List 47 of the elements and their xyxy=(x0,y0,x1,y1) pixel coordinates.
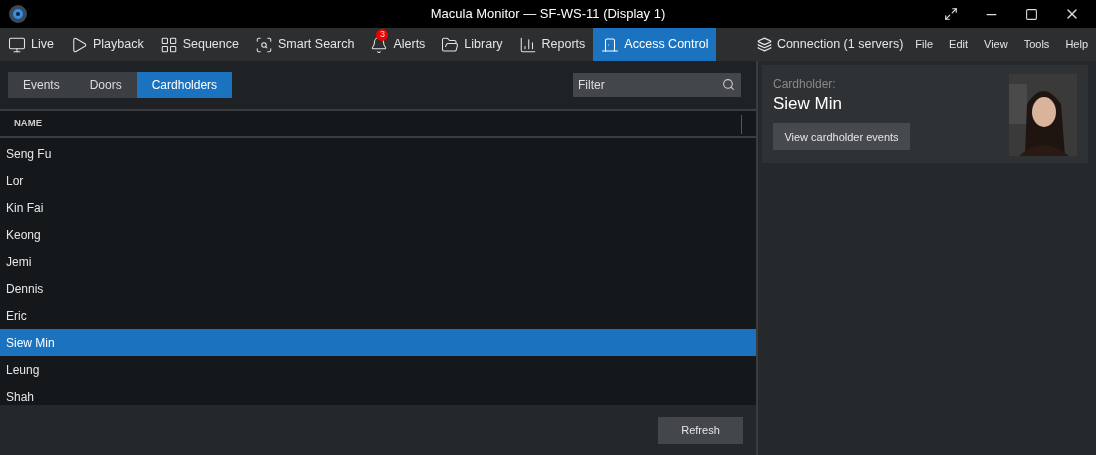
bell-icon xyxy=(370,35,389,54)
connection-button[interactable]: Connection (1 servers) xyxy=(752,28,908,61)
folder-icon xyxy=(441,35,460,54)
cardholder-row[interactable]: Dennis xyxy=(0,275,756,302)
search-icon xyxy=(722,78,735,91)
cardholder-row[interactable]: Seng Fu xyxy=(0,140,756,167)
camera-logo-icon xyxy=(8,4,28,24)
nav-tab[interactable]: Library xyxy=(433,28,511,61)
tab[interactable]: Doors xyxy=(74,72,137,98)
cardholder-row[interactable]: Keong xyxy=(0,221,756,248)
menu-item[interactable]: View xyxy=(976,28,1016,61)
nav-tab[interactable]: Playback xyxy=(61,28,152,61)
maximize-icon[interactable] xyxy=(1025,7,1038,21)
menu-item[interactable]: File xyxy=(907,28,942,61)
cardholder-row[interactable]: Siew Min xyxy=(0,329,756,356)
filter-field[interactable]: Filter xyxy=(573,73,741,97)
nav-tab[interactable]: Live xyxy=(0,28,62,61)
monitor-icon xyxy=(8,35,26,54)
cardholder-row[interactable]: Kin Fai xyxy=(0,194,756,221)
grid-icon xyxy=(159,35,178,54)
menu-item[interactable]: Edit xyxy=(941,28,977,61)
nav-tab[interactable]: Smart Search xyxy=(247,28,363,61)
refresh-button[interactable]: Refresh xyxy=(658,416,743,444)
cardholder-row[interactable]: Shah xyxy=(0,383,756,405)
layers-icon xyxy=(756,37,772,52)
cardholder-label: Cardholder: xyxy=(773,76,837,93)
search-icon xyxy=(255,35,273,54)
cardholder-row[interactable]: Eric xyxy=(0,302,756,329)
nav-tab[interactable]: Sequence xyxy=(151,28,247,61)
cardholder-row[interactable]: Lor xyxy=(0,167,756,194)
fullscreen-icon[interactable] xyxy=(944,7,958,21)
tab[interactable]: Cardholders xyxy=(136,72,233,98)
menu-item[interactable]: Tools xyxy=(1015,28,1058,61)
menu-item[interactable]: Help xyxy=(1057,28,1096,61)
cardholder-row[interactable]: Leung xyxy=(0,356,756,383)
tab[interactable]: Events xyxy=(8,72,75,98)
cardholder-row[interactable]: Jemi xyxy=(0,248,756,275)
column-header[interactable]: NAME xyxy=(14,116,42,131)
nav-tab[interactable]: Reports xyxy=(510,28,594,61)
window-title: Macula Monitor — SF-WS-11 (Display 1) xyxy=(430,5,666,24)
nav-tab[interactable]: 3 Alerts xyxy=(362,28,434,61)
bar-chart-icon xyxy=(518,35,537,54)
cardholder-name: Siew Min xyxy=(773,93,843,115)
alert-count-badge: 3 xyxy=(376,28,389,41)
nav-tab[interactable]: Access Control xyxy=(593,28,717,61)
door-icon xyxy=(601,35,620,54)
view-events-button[interactable]: View cardholder events xyxy=(773,123,910,151)
